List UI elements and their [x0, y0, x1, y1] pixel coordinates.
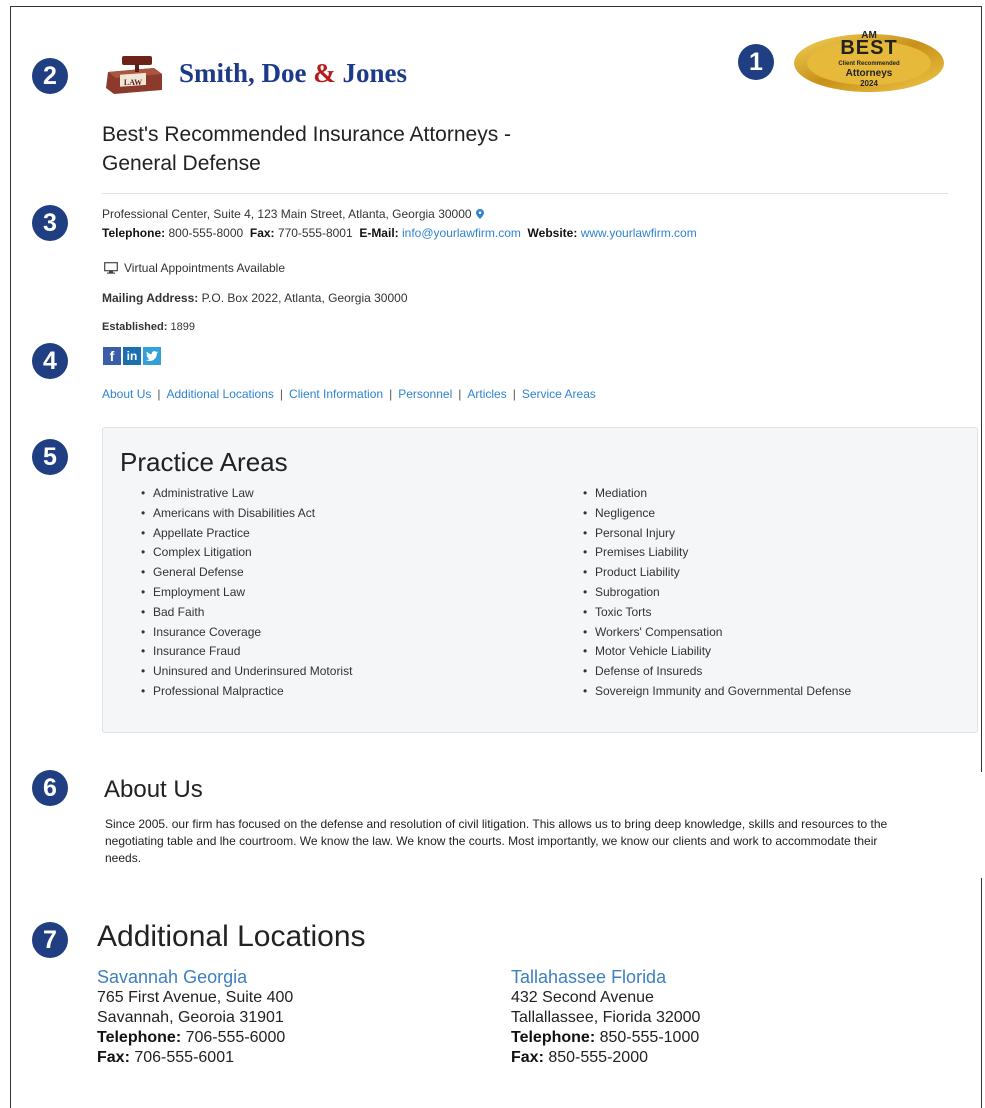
nav-articles[interactable]: Articles: [467, 387, 506, 401]
nav-service-areas[interactable]: Service Areas: [522, 387, 596, 401]
page-frame-edge: [981, 6, 982, 772]
am-best-badge: AM BEST Client Recommended Attorneys 202…: [792, 27, 946, 95]
location-fax: Fax: 706-555-6001: [97, 1049, 234, 1066]
logo-icon-label: LAW: [124, 78, 142, 87]
list-item: Employment Law: [139, 583, 352, 603]
established-value: 1899: [170, 321, 195, 333]
list-item: Professional Malpractice: [139, 682, 352, 702]
list-item: Mediation: [581, 484, 851, 504]
list-item: Bad Faith: [139, 603, 352, 623]
page-frame-edge: [981, 878, 982, 1108]
address-text: Professional Center, Suite 4, 123 Main S…: [102, 207, 472, 221]
firm-name: Smith, Doe & Jones: [179, 58, 408, 88]
list-item: Complex Litigation: [139, 543, 352, 563]
list-item: Subrogation: [581, 583, 851, 603]
email-link[interactable]: info@yourlawfirm.com: [402, 226, 521, 240]
website-link[interactable]: www.yourlawfirm.com: [581, 226, 697, 240]
fax-label: Fax:: [249, 226, 275, 240]
nav-personnel[interactable]: Personnel: [398, 387, 452, 401]
list-item: Defense of Insureds: [581, 662, 851, 682]
list-item: Insurance Coverage: [139, 623, 352, 643]
list-item: Administrative Law: [139, 484, 352, 504]
location-citystate: Tallallassee, Fiorida 32000: [511, 1009, 701, 1026]
callout-marker-6: 6: [32, 770, 68, 806]
mailing-label: Mailing Address:: [102, 291, 199, 305]
page-title-line2: General Defense: [102, 152, 261, 175]
gavel-icon: LAW: [106, 56, 162, 94]
monitor-icon: [104, 262, 118, 274]
established-label: Established:: [102, 321, 168, 333]
callout-marker-1: 1: [738, 44, 774, 80]
practice-list-left: Administrative Law Americans with Disabi…: [139, 484, 352, 702]
location-card: Savannah Georgia 765 First Avenue, Suite…: [97, 966, 293, 1068]
practice-list-right: Mediation Negligence Personal Injury Pre…: [581, 484, 851, 702]
list-item: Negligence: [581, 504, 851, 524]
location-city-link[interactable]: Tallahassee Florida: [511, 966, 700, 988]
location-street: 765 First Avenue, Suite 400: [97, 989, 294, 1006]
callout-marker-4: 4: [32, 343, 68, 379]
firm-address: Professional Center, Suite 4, 123 Main S…: [102, 207, 484, 221]
firm-logo[interactable]: LAW Smith, Doe & Jones: [102, 54, 462, 94]
list-item: Premises Liability: [581, 543, 851, 563]
list-item: Insurance Fraud: [139, 642, 352, 662]
website-label: Website:: [527, 226, 578, 240]
nav-about-us[interactable]: About Us: [102, 387, 151, 401]
practice-areas-panel: Practice Areas Administrative Law Americ…: [102, 427, 978, 733]
mailing-address: Mailing Address: P.O. Box 2022, Atlanta,…: [102, 291, 408, 305]
fax-value: 770-555-8001: [277, 226, 353, 240]
list-item: Sovereign Immunity and Governmental Defe…: [581, 682, 851, 702]
linkedin-icon[interactable]: in: [123, 347, 141, 365]
list-item: Appellate Practice: [139, 524, 352, 544]
badge-line2: Attorneys: [845, 68, 893, 79]
location-telephone: Telephone: 706-555-6000: [97, 1029, 286, 1046]
about-us-heading: About Us: [104, 776, 203, 803]
list-item: Product Liability: [581, 563, 851, 583]
list-item: Uninsured and Underinsured Motorist: [139, 662, 352, 682]
list-item: Motor Vehicle Liability: [581, 642, 851, 662]
list-item: Workers' Compensation: [581, 623, 851, 643]
divider: [102, 193, 948, 194]
twitter-icon[interactable]: [143, 347, 161, 365]
map-pin-icon[interactable]: [475, 209, 484, 219]
badge-year: 2024: [860, 79, 878, 88]
nav-client-information[interactable]: Client Information: [289, 387, 383, 401]
callout-marker-2: 2: [32, 58, 68, 94]
location-telephone: Telephone: 850-555-1000: [511, 1029, 700, 1046]
list-item: Toxic Torts: [581, 603, 851, 623]
callout-marker-5: 5: [32, 439, 68, 475]
telephone-label: Telephone:: [102, 226, 166, 240]
email-label: E-Mail:: [359, 226, 399, 240]
list-item: General Defense: [139, 563, 352, 583]
location-street: 432 Second Avenue: [511, 989, 654, 1006]
about-us-text: Since 2005. our firm has focused on the …: [105, 817, 888, 865]
location-citystate: Savannah, Georoia 31901: [97, 1009, 284, 1026]
location-card: Tallahassee Florida 432 Second Avenue Ta…: [511, 966, 700, 1068]
contact-line: Telephone: 800-555-8000 Fax: 770-555-800…: [102, 226, 697, 240]
mailing-value: P.O. Box 2022, Atlanta, Georgia 30000: [201, 291, 408, 305]
badge-best: BEST: [840, 37, 898, 59]
page-title: Best's Recommended Insurance Attorneys -…: [102, 120, 662, 178]
social-links: f in: [103, 347, 161, 365]
location-fax: Fax: 850-555-2000: [511, 1049, 648, 1066]
facebook-icon[interactable]: f: [103, 347, 121, 365]
established: Established: 1899: [102, 321, 195, 333]
nav-additional-locations[interactable]: Additional Locations: [166, 387, 273, 401]
badge-line1: Client Recommended: [838, 61, 900, 67]
list-item: Personal Injury: [581, 524, 851, 544]
additional-locations-heading: Additional Locations: [97, 920, 366, 953]
practice-areas-heading: Practice Areas: [120, 447, 288, 477]
callout-marker-3: 3: [32, 205, 68, 241]
telephone-value: 800-555-8000: [168, 226, 244, 240]
section-nav: About Us | Additional Locations | Client Inf…: [102, 387, 596, 401]
callout-marker-7: 7: [32, 922, 68, 958]
list-item: Americans with Disabilities Act: [139, 504, 352, 524]
virtual-text: Virtual Appointments Available: [124, 261, 285, 275]
virtual-appointments: Virtual Appointments Available: [104, 261, 285, 275]
page-title-line1: Best's Recommended Insurance Attorneys -: [102, 123, 512, 146]
location-city-link[interactable]: Savannah Georgia: [97, 966, 293, 988]
